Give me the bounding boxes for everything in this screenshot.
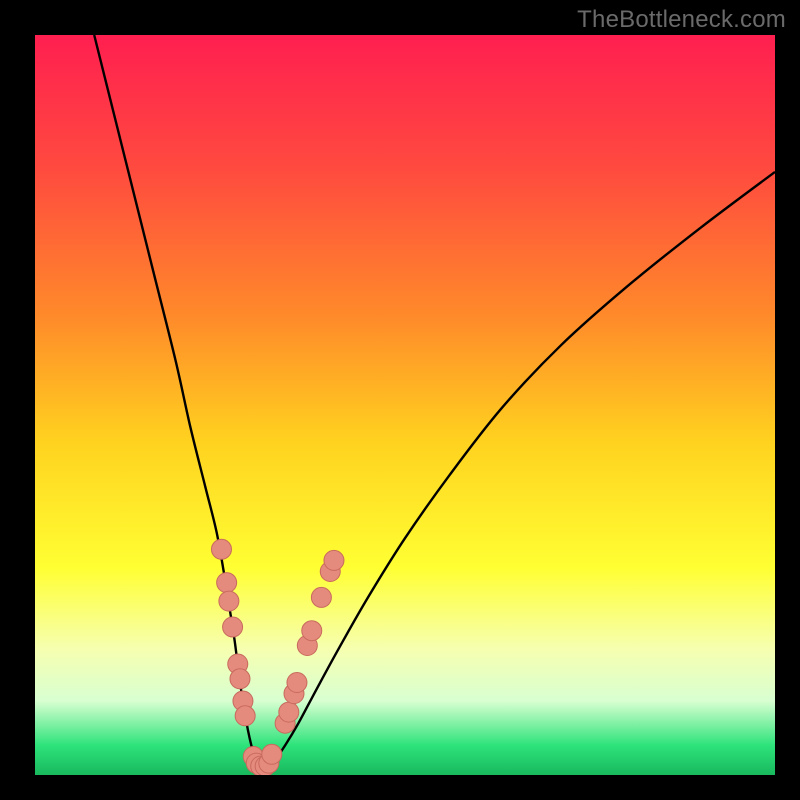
curve-marker [311, 587, 331, 607]
curve-marker [279, 702, 299, 722]
curve-marker [217, 573, 237, 593]
curve-marker [223, 617, 243, 637]
chart-frame: TheBottleneck.com [0, 0, 800, 800]
curve-marker [287, 673, 307, 693]
curve-marker [262, 744, 282, 764]
plot-area [35, 35, 775, 775]
watermark-text: TheBottleneck.com [577, 6, 786, 34]
curve-marker [324, 550, 344, 570]
gradient-background [35, 35, 775, 775]
curve-marker [230, 669, 250, 689]
bottleneck-chart [35, 35, 775, 775]
curve-marker [211, 539, 231, 559]
curve-marker [302, 621, 322, 641]
curve-marker [219, 591, 239, 611]
curve-marker [235, 706, 255, 726]
